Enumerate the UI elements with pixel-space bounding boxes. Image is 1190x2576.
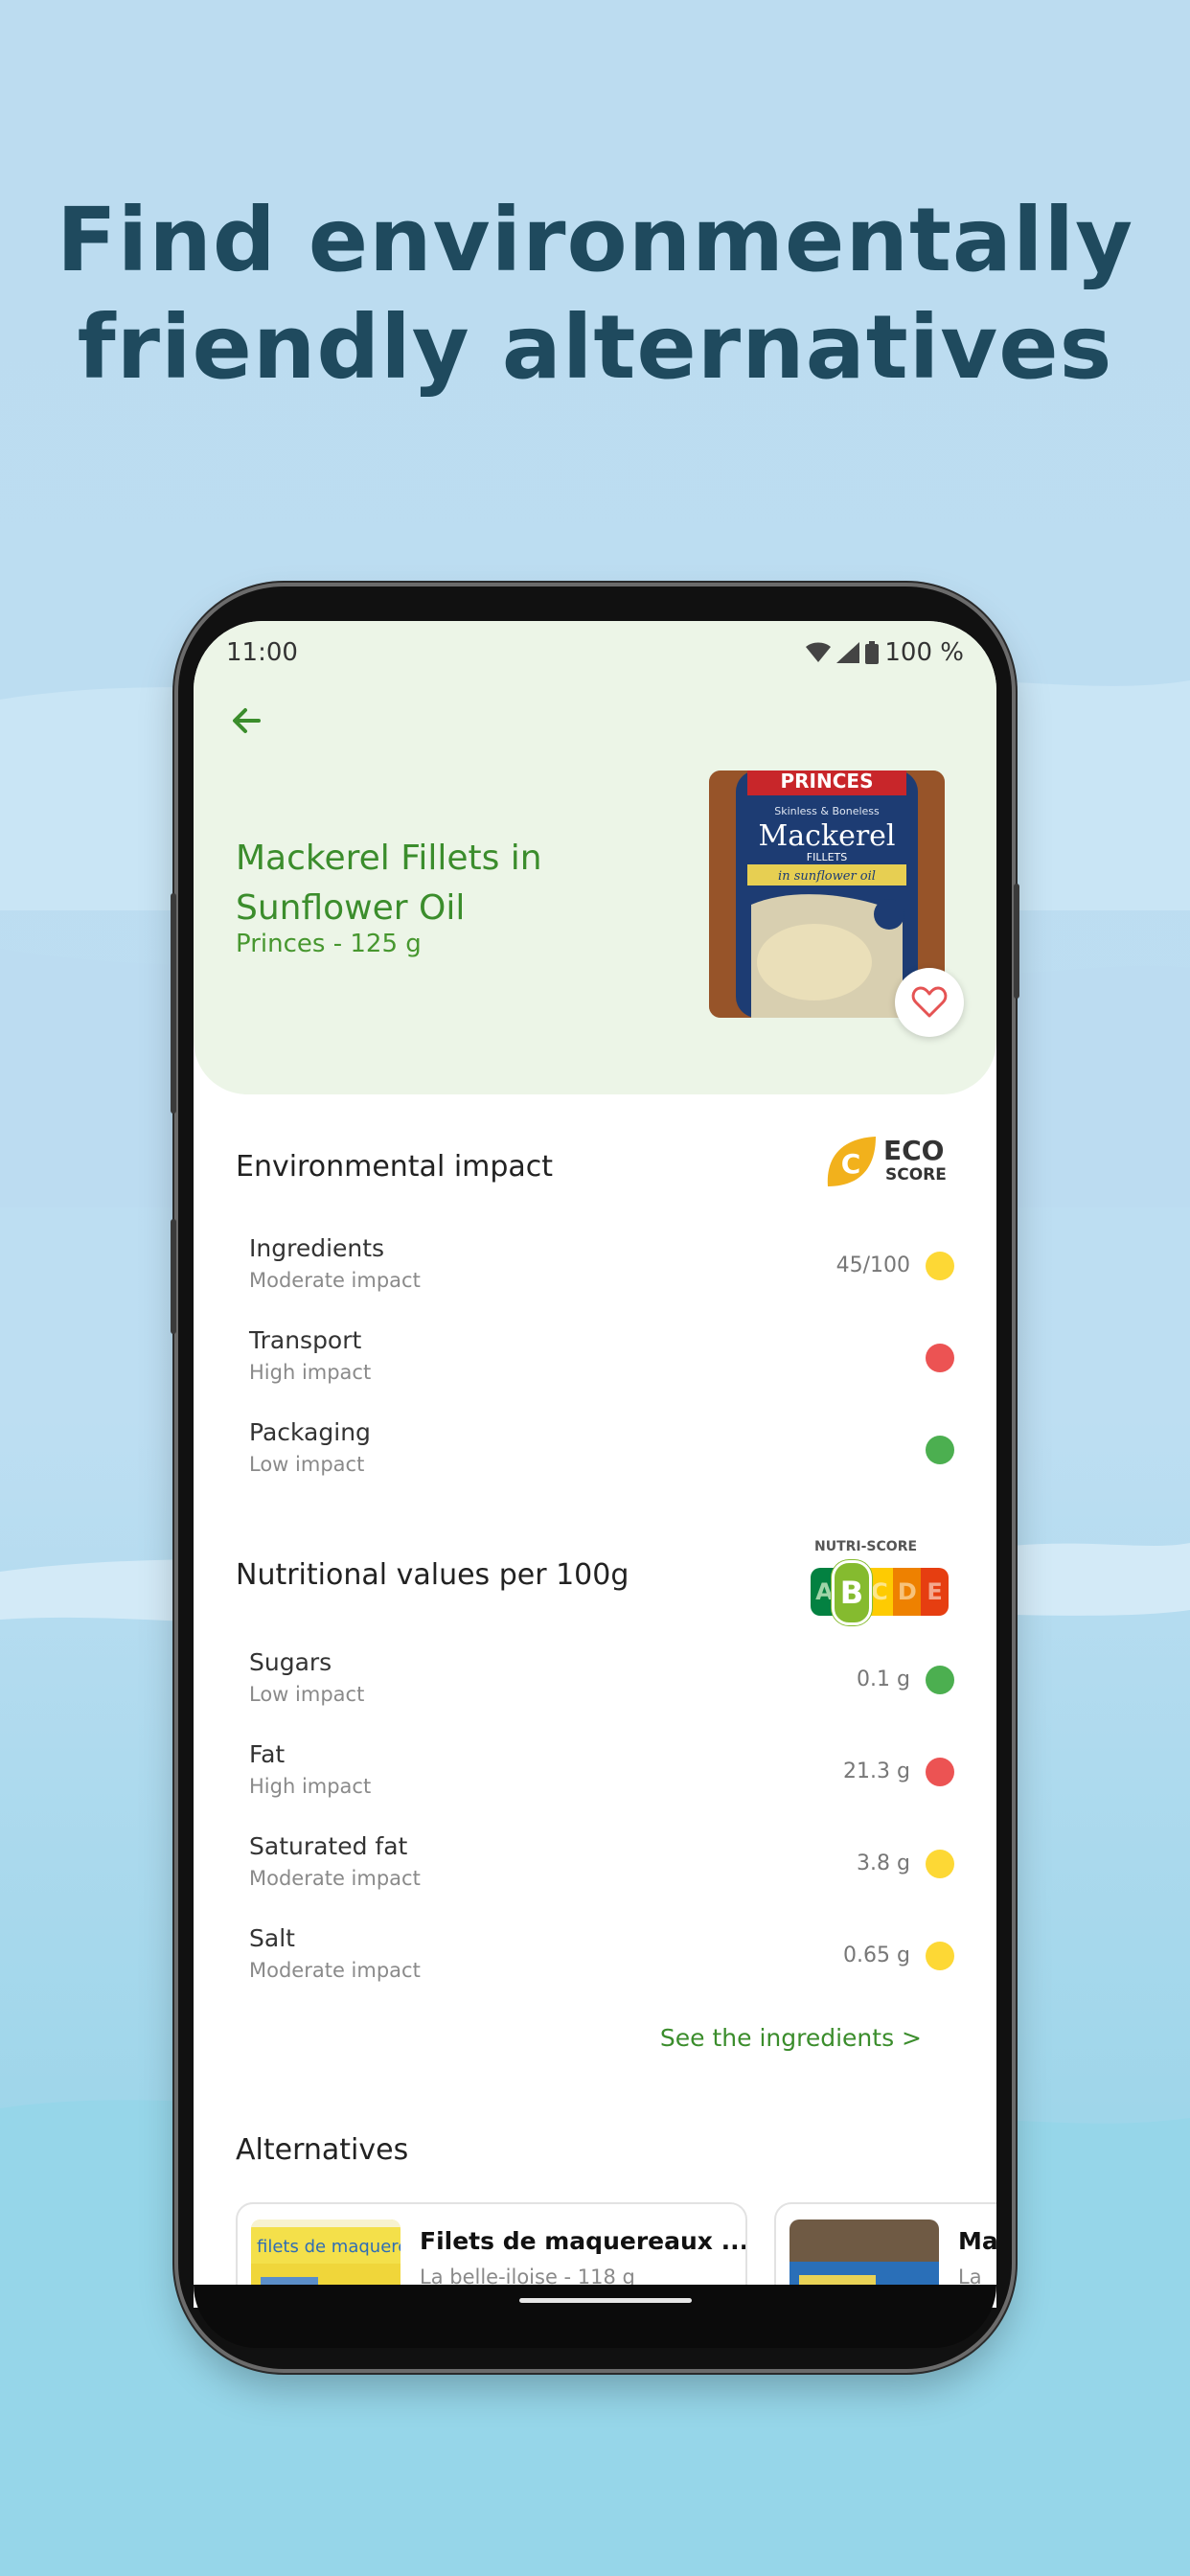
nutrition-row-sugars[interactable]: Sugars Low impact 0.1 g bbox=[249, 1648, 954, 1725]
alternative-title: Ma bbox=[958, 2227, 996, 2255]
row-label: Transport bbox=[249, 1326, 362, 1354]
row-value: 3.8 g bbox=[857, 1852, 910, 1875]
row-label: Salt bbox=[249, 1924, 295, 1952]
nutrition-row-salt[interactable]: Salt Moderate impact 0.65 g bbox=[249, 1924, 954, 2001]
status-dot bbox=[926, 1666, 954, 1694]
row-impact: High impact bbox=[249, 1775, 372, 1798]
eco-score-letter: C bbox=[841, 1148, 861, 1180]
back-arrow-icon[interactable] bbox=[226, 700, 268, 742]
status-dot bbox=[926, 1850, 954, 1878]
nutri-grade-selected: B bbox=[832, 1560, 872, 1625]
wifi-icon bbox=[806, 642, 832, 662]
status-dot bbox=[926, 1344, 954, 1372]
home-indicator[interactable] bbox=[519, 2298, 692, 2303]
nutrition-row-fat[interactable]: Fat High impact 21.3 g bbox=[249, 1740, 954, 1817]
product-header: 11:00 100 % Mackerel Fillets in Sunflowe… bbox=[194, 621, 996, 1094]
phone-frame: 11:00 100 % Mackerel Fillets in Sunflowe… bbox=[171, 586, 1019, 2369]
eco-score-leaf-icon: C bbox=[827, 1137, 876, 1186]
see-ingredients-link[interactable]: See the ingredients > bbox=[660, 2024, 922, 2052]
product-title: Mackerel Fillets in Sunflower Oil bbox=[236, 834, 609, 933]
row-impact: Low impact bbox=[249, 1453, 365, 1476]
system-navigation-bar bbox=[194, 2285, 996, 2348]
battery-icon bbox=[865, 641, 880, 664]
status-dot bbox=[926, 1252, 954, 1280]
env-row-ingredients[interactable]: Ingredients Moderate impact 45/100 bbox=[249, 1234, 954, 1311]
status-dot bbox=[926, 1758, 954, 1786]
row-impact: Low impact bbox=[249, 1683, 365, 1706]
product-title-line-1: Mackerel Fillets in bbox=[236, 839, 542, 878]
svg-text:Skinless & Boneless: Skinless & Boneless bbox=[774, 805, 880, 817]
row-impact: Moderate impact bbox=[249, 1269, 421, 1292]
row-impact: High impact bbox=[249, 1361, 372, 1384]
status-dot bbox=[926, 1436, 954, 1464]
nutri-score-heading: NUTRI-SCORE bbox=[814, 1539, 918, 1554]
product-title-line-2: Sunflower Oil bbox=[236, 888, 466, 928]
svg-text:Mackerel: Mackerel bbox=[758, 819, 895, 853]
status-icons: 100 % bbox=[806, 638, 964, 667]
headline-line-1: Find environmentally bbox=[56, 189, 1134, 291]
row-label: Ingredients bbox=[249, 1234, 385, 1262]
app-screen: 11:00 100 % Mackerel Fillets in Sunflowe… bbox=[194, 621, 996, 2308]
nutri-score-badge: NUTRI-SCORE A C D E B bbox=[811, 1539, 954, 1625]
status-time: 11:00 bbox=[226, 638, 298, 667]
row-label: Saturated fat bbox=[249, 1832, 408, 1860]
env-row-packaging[interactable]: Packaging Low impact bbox=[249, 1418, 954, 1495]
svg-text:in sunflower oil: in sunflower oil bbox=[778, 869, 876, 884]
row-value: 0.1 g bbox=[857, 1668, 910, 1691]
phone-side-button bbox=[171, 1219, 176, 1334]
row-label: Packaging bbox=[249, 1418, 371, 1446]
product-brand-weight: Princes - 125 g bbox=[236, 930, 422, 958]
svg-text:FILLETS: FILLETS bbox=[807, 851, 847, 863]
svg-text:filets de maquereau: filets de maquereau bbox=[257, 2237, 400, 2257]
env-row-transport[interactable]: Transport High impact bbox=[249, 1326, 954, 1403]
phone-side-button bbox=[171, 893, 176, 1114]
environmental-impact-title: Environmental impact bbox=[236, 1150, 554, 1184]
headline: Find environmentally friendly alternativ… bbox=[0, 187, 1190, 402]
nutri-grade-e: E bbox=[921, 1568, 949, 1616]
row-value: 0.65 g bbox=[843, 1944, 910, 1967]
row-impact: Moderate impact bbox=[249, 1867, 421, 1890]
cellular-icon bbox=[836, 642, 860, 663]
alternative-title: Filets de maquereaux ... bbox=[420, 2227, 747, 2255]
heart-icon bbox=[911, 986, 948, 1018]
battery-level: 100 % bbox=[884, 638, 964, 667]
nutri-grade-d: D bbox=[893, 1568, 922, 1616]
eco-score-word: ECO bbox=[883, 1135, 945, 1166]
row-impact: Moderate impact bbox=[249, 1959, 421, 1982]
status-dot bbox=[926, 1942, 954, 1970]
svg-text:PRINCES: PRINCES bbox=[781, 770, 874, 793]
phone-power-button bbox=[1014, 884, 1019, 999]
nutrition-row-saturated-fat[interactable]: Saturated fat Moderate impact 3.8 g bbox=[249, 1832, 954, 1909]
alternatives-title: Alternatives bbox=[236, 2133, 409, 2167]
row-label: Sugars bbox=[249, 1648, 332, 1676]
nutrition-title: Nutritional values per 100g bbox=[236, 1558, 629, 1592]
row-value: 45/100 bbox=[835, 1254, 910, 1277]
row-label: Fat bbox=[249, 1740, 286, 1768]
row-value: 21.3 g bbox=[843, 1760, 910, 1783]
eco-score-badge: C ECO SCORE bbox=[822, 1129, 956, 1196]
headline-line-2: friendly alternatives bbox=[77, 296, 1113, 399]
eco-score-label: SCORE bbox=[885, 1165, 947, 1184]
favorite-button[interactable] bbox=[895, 968, 964, 1037]
